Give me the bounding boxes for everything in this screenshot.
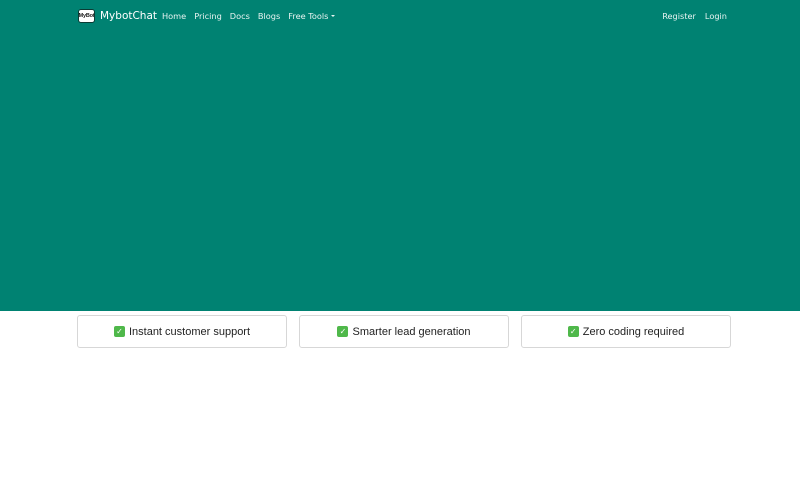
nav-pricing[interactable]: Pricing: [194, 11, 222, 22]
caret-down-icon: [331, 14, 336, 17]
nav-login[interactable]: Login: [705, 11, 727, 22]
primary-nav: Home Pricing Docs Blogs Free Tools: [162, 11, 343, 22]
feature-text: Smarter lead generation: [352, 325, 471, 338]
nav-home[interactable]: Home: [162, 11, 186, 22]
top-navbar: MyBot MybotChat Home Pricing Docs Blogs …: [0, 0, 800, 33]
nav-free-tools-dropdown[interactable]: Free Tools: [288, 11, 336, 22]
check-mark-icon: ✓: [113, 326, 125, 337]
feature-text: Instant customer support: [128, 325, 251, 338]
account-nav: Register Login: [653, 11, 727, 22]
feature-highlights: ✓ Instant customer support ✓ Smarter lea…: [77, 315, 731, 348]
nav-blogs[interactable]: Blogs: [258, 11, 280, 22]
brand-name: MybotChat: [100, 10, 158, 22]
check-mark-icon: ✓: [337, 326, 349, 337]
nav-docs[interactable]: Docs: [230, 11, 250, 22]
hero-banner: MyBot MybotChat Home Pricing Docs Blogs …: [0, 0, 800, 311]
check-mark-icon: ✓: [567, 326, 579, 337]
feature-card: ✓ Smarter lead generation: [299, 315, 509, 348]
nav-free-tools-label: Free Tools: [288, 11, 329, 21]
brand-link[interactable]: MyBot MybotChat: [78, 8, 157, 24]
mybot-logo-icon: MyBot: [78, 9, 95, 23]
nav-register[interactable]: Register: [662, 11, 696, 22]
feature-text: Zero coding required: [582, 325, 685, 338]
feature-card: ✓ Zero coding required: [521, 315, 731, 348]
feature-card: ✓ Instant customer support: [77, 315, 287, 348]
